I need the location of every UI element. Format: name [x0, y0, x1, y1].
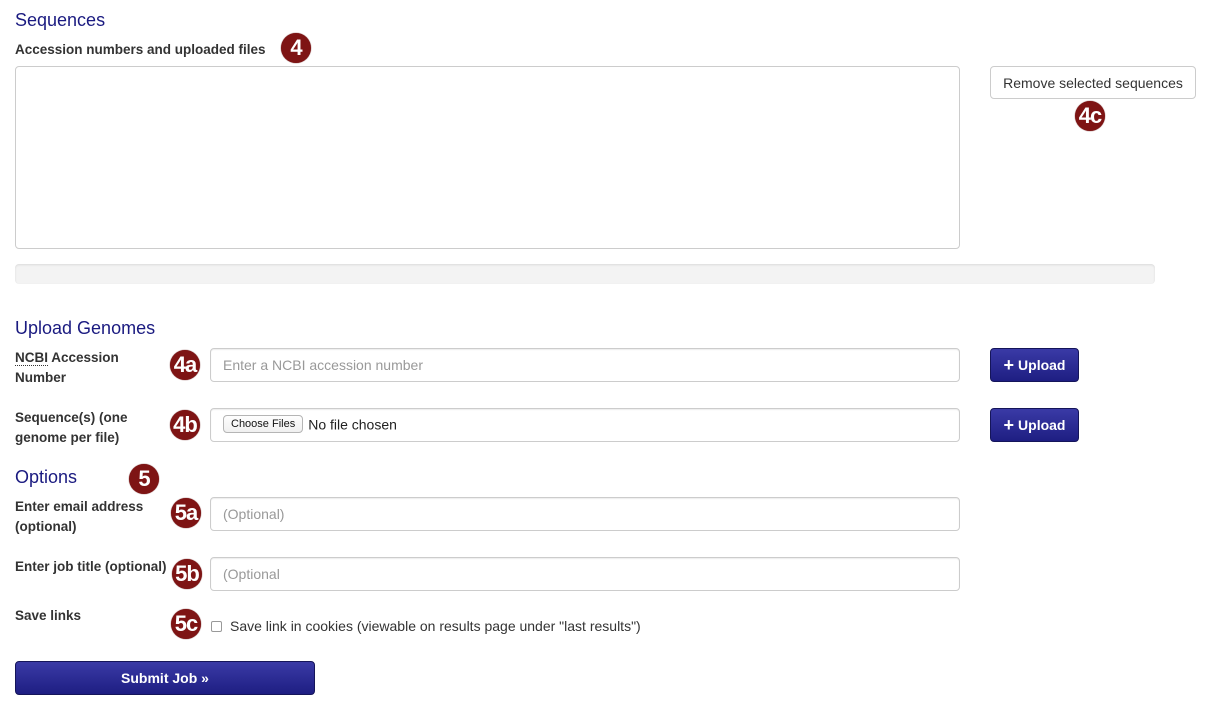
choose-files-button[interactable]: Choose Files — [223, 415, 304, 434]
email-label: Enter email address (optional) — [15, 499, 144, 534]
save-link-cookies-label[interactable]: Save link in cookies (viewable on result… — [230, 618, 641, 634]
submit-job-button[interactable]: Submit Job » — [15, 661, 315, 695]
ncbi-accession-input[interactable] — [210, 348, 960, 382]
file-upload-button[interactable]: + Upload — [990, 408, 1079, 442]
ncbi-upload-button[interactable]: + Upload — [990, 348, 1079, 382]
file-status-text: No file chosen — [308, 416, 397, 433]
sequence-file-input[interactable]: Choose Files No file chosen — [210, 408, 960, 442]
save-link-cookies-checkbox[interactable] — [211, 621, 222, 632]
ncbi-accession-label: NCBI Accession Number — [15, 350, 119, 385]
sequences-select-list[interactable] — [15, 66, 960, 249]
step-badge-5b: 5b — [172, 559, 202, 589]
sequences-heading: Sequences — [15, 10, 106, 30]
sequence-files-label: Sequence(s) (one genome per file) — [15, 410, 128, 445]
step-badge-5: 5 — [129, 464, 159, 494]
upload-progress-bar — [15, 264, 1155, 284]
plus-icon: + — [1003, 355, 1015, 375]
email-input[interactable] — [210, 497, 960, 531]
remove-selected-sequences-button[interactable]: Remove selected sequences — [990, 66, 1196, 99]
ncbi-abbreviation: NCBI — [15, 350, 48, 366]
step-badge-4c: 4c — [1075, 101, 1105, 131]
plus-icon: + — [1003, 415, 1015, 435]
options-heading: Options — [15, 467, 78, 487]
step-badge-5c: 5c — [171, 609, 201, 639]
upload-genomes-heading: Upload Genomes — [15, 318, 156, 338]
step-badge-4: 4 — [281, 33, 311, 63]
step-badge-4a: 4a — [170, 350, 200, 380]
job-title-label: Enter job title (optional) — [15, 559, 167, 574]
job-title-input[interactable] — [210, 557, 960, 591]
step-badge-5a: 5a — [171, 498, 201, 528]
step-badge-4b: 4b — [170, 410, 200, 440]
save-links-label: Save links — [15, 608, 82, 623]
sequences-list-label: Accession numbers and uploaded files — [15, 42, 266, 57]
